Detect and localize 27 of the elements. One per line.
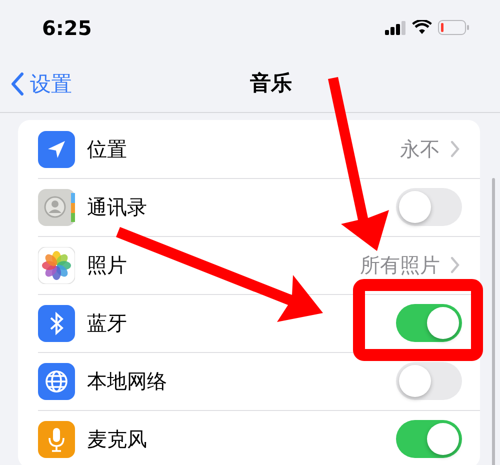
setting-value[interactable]: 永不 [400,139,440,159]
back-chevron-icon [10,72,24,96]
signal-icon [385,20,406,34]
location-icon [38,130,75,168]
clock-time: 6:25 [42,16,93,40]
setting-value[interactable]: 所有照片 [360,255,440,275]
toggle-switch[interactable] [396,188,462,226]
chevron-icon [450,140,460,158]
chevron-icon [450,256,460,274]
toggle-switch[interactable] [396,304,462,342]
back-button[interactable]: 设置 [0,70,72,98]
setting-label: 照片 [87,252,128,278]
toggle-switch[interactable] [396,420,462,458]
page-title: 音乐 [250,70,292,97]
bluetooth-icon [38,304,75,342]
flower-icon [38,246,75,284]
toggle-switch[interactable] [396,362,462,400]
setting-label: 蓝牙 [87,310,128,336]
wifi-icon [412,20,432,35]
contacts-icon [38,188,75,226]
battery-icon [438,20,470,35]
globe-icon [38,362,75,400]
setting-label: 位置 [87,136,128,162]
setting-label: 麦克风 [87,426,148,452]
setting-label: 通讯录 [87,194,148,220]
microphone-icon [38,420,75,458]
setting-label: 本地网络 [87,368,168,394]
